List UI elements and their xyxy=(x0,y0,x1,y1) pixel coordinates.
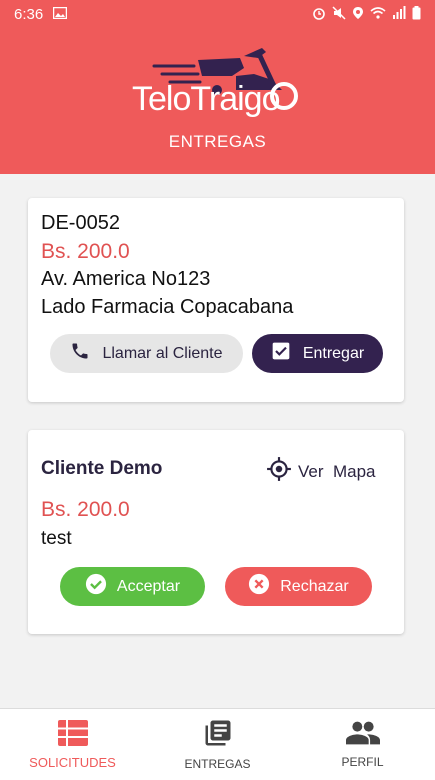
order-reference: Lado Farmacia Copacabana xyxy=(41,296,294,318)
request-note: test xyxy=(41,528,72,549)
client-name: Cliente Demo xyxy=(41,458,163,479)
view-map-button[interactable]: Ver Mapa xyxy=(266,456,376,487)
deliver-button[interactable]: Entregar xyxy=(252,334,383,373)
nav-item-solicitudes[interactable]: SOLICITUDES xyxy=(0,709,145,780)
nav-label-entregas: ENTREGAS xyxy=(184,757,251,771)
phone-icon xyxy=(70,341,90,366)
wifi-icon xyxy=(370,6,386,23)
app-header: TeloTraigo ENTREGAS xyxy=(0,28,435,174)
nav-item-perfil[interactable]: PERFIL xyxy=(290,709,435,780)
status-bar: 6:36 xyxy=(0,0,435,28)
request-card: Cliente Demo Ver Mapa Bs. 200.0 test Acc… xyxy=(28,430,404,634)
deliver-label: Entregar xyxy=(302,344,365,362)
call-client-label: Llamar al Cliente xyxy=(102,344,223,362)
order-code: DE-0052 xyxy=(41,212,120,234)
mute-icon xyxy=(332,5,346,23)
bottom-nav: SOLICITUDES ENTREGAS PERFIL xyxy=(0,708,435,780)
list-icon xyxy=(57,719,88,749)
logo-text: TeloTraigo xyxy=(132,80,280,118)
gps-target-icon xyxy=(266,456,292,487)
nav-item-entregas[interactable]: ENTREGAS xyxy=(145,709,290,780)
checkbox-icon xyxy=(271,341,291,366)
battery-icon xyxy=(412,5,421,23)
status-time: 6:36 xyxy=(14,5,44,23)
location-icon xyxy=(352,6,364,23)
signal-icon xyxy=(392,5,406,23)
order-price: Bs. 200.0 xyxy=(41,240,130,263)
header-subtitle: ENTREGAS xyxy=(168,132,267,151)
view-map-label: Ver Mapa xyxy=(298,461,376,481)
nav-label-solicitudes: SOLICITUDES xyxy=(29,754,116,770)
nav-label-perfil: PERFIL xyxy=(341,755,384,769)
image-icon xyxy=(52,6,68,23)
accept-label: Acceptar xyxy=(116,577,181,595)
logo: TeloTraigo xyxy=(132,46,312,126)
order-address: Av. America No123 xyxy=(41,268,211,290)
cancel-circle-icon xyxy=(248,573,270,600)
accept-button[interactable]: Acceptar xyxy=(60,567,205,606)
order-card: DE-0052 Bs. 200.0 Av. America No123 Lado… xyxy=(28,198,404,402)
call-client-button[interactable]: Llamar al Cliente xyxy=(50,334,243,373)
check-circle-icon xyxy=(85,573,107,600)
reject-label: Rechazar xyxy=(280,577,349,595)
people-icon xyxy=(345,720,380,749)
alarm-icon xyxy=(312,6,326,23)
reject-button[interactable]: Rechazar xyxy=(225,567,372,606)
request-price: Bs. 200.0 xyxy=(41,498,130,521)
library-books-icon xyxy=(203,718,233,751)
